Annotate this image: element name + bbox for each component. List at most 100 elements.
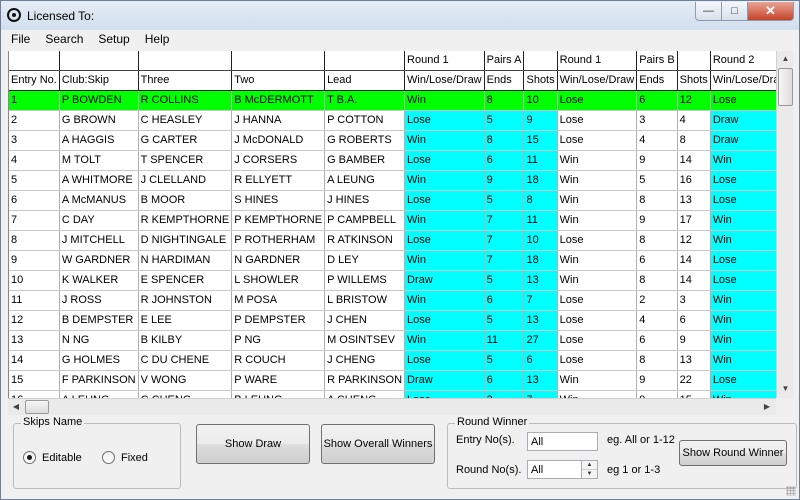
entry-no-cell[interactable]: 7 [9,210,60,232]
table-row[interactable]: 11 J ROSS R JOHNSTON M POSA L BRISTOW Win 6 7 Lo… [9,290,776,312]
menu-setup[interactable]: Setup [88,31,134,49]
table-cell[interactable]: Lose [557,310,638,332]
table-cell[interactable]: 11 [523,150,558,172]
table-cell[interactable]: Win [557,150,638,172]
table-row[interactable]: 10 K WALKER E SPENCER L SHOWLER P WILLEMS Dra… [9,270,776,292]
column-header-cell[interactable]: Ends [636,70,678,92]
table-cell[interactable]: Draw [404,370,485,392]
scroll-up-arrow-icon[interactable]: ▲ [777,51,794,67]
entry-no-cell[interactable]: 9 [9,250,60,272]
table-cell[interactable]: 4 [636,130,678,152]
table-cell[interactable]: 5 [484,270,525,292]
table-cell[interactable]: J ROSS [59,290,139,312]
table-cell[interactable]: P COTTON [324,110,406,132]
table-cell[interactable]: 6 [523,350,558,372]
table-cell[interactable]: 4 [677,110,711,132]
table-cell[interactable]: P WARE [231,370,326,392]
table-cell[interactable]: P CAMPBELL [324,210,406,232]
table-cell[interactable]: Lose [710,270,776,292]
table-cell[interactable]: V WONG [138,370,233,392]
table-cell[interactable]: R PARKINSON [324,370,406,392]
table-cell[interactable]: 3 [484,390,525,398]
table-cell[interactable]: M OSINTSEV [324,330,406,352]
table-cell[interactable]: R ATKINSON [324,230,406,252]
table-cell[interactable]: 5 [484,110,525,132]
table-row[interactable]: 9W GARDNER N HARDIMAN N GARDNER D LEY Win 7 18… [9,250,776,272]
table-cell[interactable]: Win [710,310,776,332]
menu-search[interactable]: Search [35,31,88,49]
table-cell[interactable]: Win [710,210,776,232]
table-cell[interactable]: Draw [710,130,776,152]
table-cell[interactable]: 12 [677,230,711,252]
table-cell[interactable]: M TOLT [59,150,139,172]
close-button[interactable]: ✕ [747,2,794,21]
vertical-scrollbar[interactable]: ▲ ▼ [776,51,793,398]
table-cell[interactable]: 9 [636,210,678,232]
table-row[interactable]: 12 B DEMPSTER E LEE P DEMPSTER J CHEN Lose 5 13… [9,310,776,332]
column-header-cell[interactable]: Shots [677,70,711,92]
table-cell[interactable]: 6 [636,330,678,352]
table-cell[interactable]: 5 [636,170,678,192]
table-cell[interactable]: Lose [710,250,776,272]
table-cell[interactable]: N NG [59,330,139,352]
column-header-cell[interactable]: Two [231,70,326,92]
table-cell[interactable]: 27 [523,330,558,352]
table-cell[interactable]: Lose [404,150,485,172]
table-cell[interactable]: Lose [404,350,485,372]
table-cell[interactable]: 7 [484,230,525,252]
table-cell[interactable]: C DU CHENE [138,350,233,372]
table-cell[interactable]: P NG [231,330,326,352]
table-row[interactable]: 14 G HOLMES C DU CHENE R COUCH J CHENG Lose 5 6… [9,350,776,372]
table-cell[interactable]: Lose [710,190,776,212]
column-header-cell[interactable]: Entry No. [9,70,60,92]
table-cell[interactable]: Win [710,290,776,312]
table-cell[interactable]: A WHITMORE [59,170,139,192]
table-cell[interactable]: Lose [404,190,485,212]
table-cell[interactable]: 3 [636,110,678,132]
table-cell[interactable]: J McDONALD [231,130,326,152]
table-cell[interactable]: Lose [404,310,485,332]
table-cell[interactable]: Win [404,290,485,312]
table-cell[interactable]: 5 [484,310,525,332]
spinner-up-icon[interactable]: ▲ [582,461,597,470]
table-cell[interactable]: T B.A. [324,90,406,112]
table-cell[interactable]: J CORSERS [231,150,326,172]
table-cell[interactable]: Lose [557,350,638,372]
table-cell[interactable]: C HEASLEY [138,110,233,132]
table-cell[interactable]: 16 [677,170,711,192]
table-cell[interactable]: 7 [484,250,525,272]
table-cell[interactable]: 13 [677,350,711,372]
table-cell[interactable]: Win [404,170,485,192]
table-cell[interactable]: 22 [677,370,711,392]
table-cell[interactable]: 10 [523,230,558,252]
table-cell[interactable]: A McMANUS [59,190,139,212]
table-cell[interactable]: 14 [677,270,711,292]
table-row[interactable]: 8J MITCHELL D NIGHTINGALE P ROTHERHAM R ATK… [9,230,776,252]
table-cell[interactable]: 17 [677,210,711,232]
table-cell[interactable]: 13 [677,190,711,212]
table-cell[interactable]: P KEMPTHORNE [231,210,326,232]
entry-no-cell[interactable]: 11 [9,290,60,312]
table-cell[interactable]: 6 [636,250,678,272]
table-row[interactable]: 5A WHITMORE J CLELLAND R ELLYETT A LEUNG Win… [9,170,776,192]
table-cell[interactable]: J HINES [324,190,406,212]
maximize-button[interactable]: □ [721,2,748,21]
table-cell[interactable]: Win [557,270,638,292]
table-cell[interactable]: Win [557,250,638,272]
table-cell[interactable]: J MITCHELL [59,230,139,252]
table-cell[interactable]: Lose [557,230,638,252]
table-cell[interactable]: 10 [523,90,558,112]
table-cell[interactable]: R JOHNSTON [138,290,233,312]
menu-help[interactable]: Help [135,31,175,49]
table-cell[interactable]: 8 [523,190,558,212]
table-cell[interactable]: C CHENG [138,390,233,398]
table-cell[interactable]: A CHENG [324,390,406,398]
entry-no-input[interactable] [527,432,598,451]
show-round-winner-button[interactable]: Show Round Winner [679,440,787,466]
table-cell[interactable]: Win [404,330,485,352]
column-header-cell[interactable]: Shots [523,70,558,92]
table-cell[interactable]: L BRISTOW [324,290,406,312]
table-cell[interactable]: Lose [557,290,638,312]
table-cell[interactable]: Win [557,190,638,212]
table-cell[interactable]: A LEUNG [324,170,406,192]
